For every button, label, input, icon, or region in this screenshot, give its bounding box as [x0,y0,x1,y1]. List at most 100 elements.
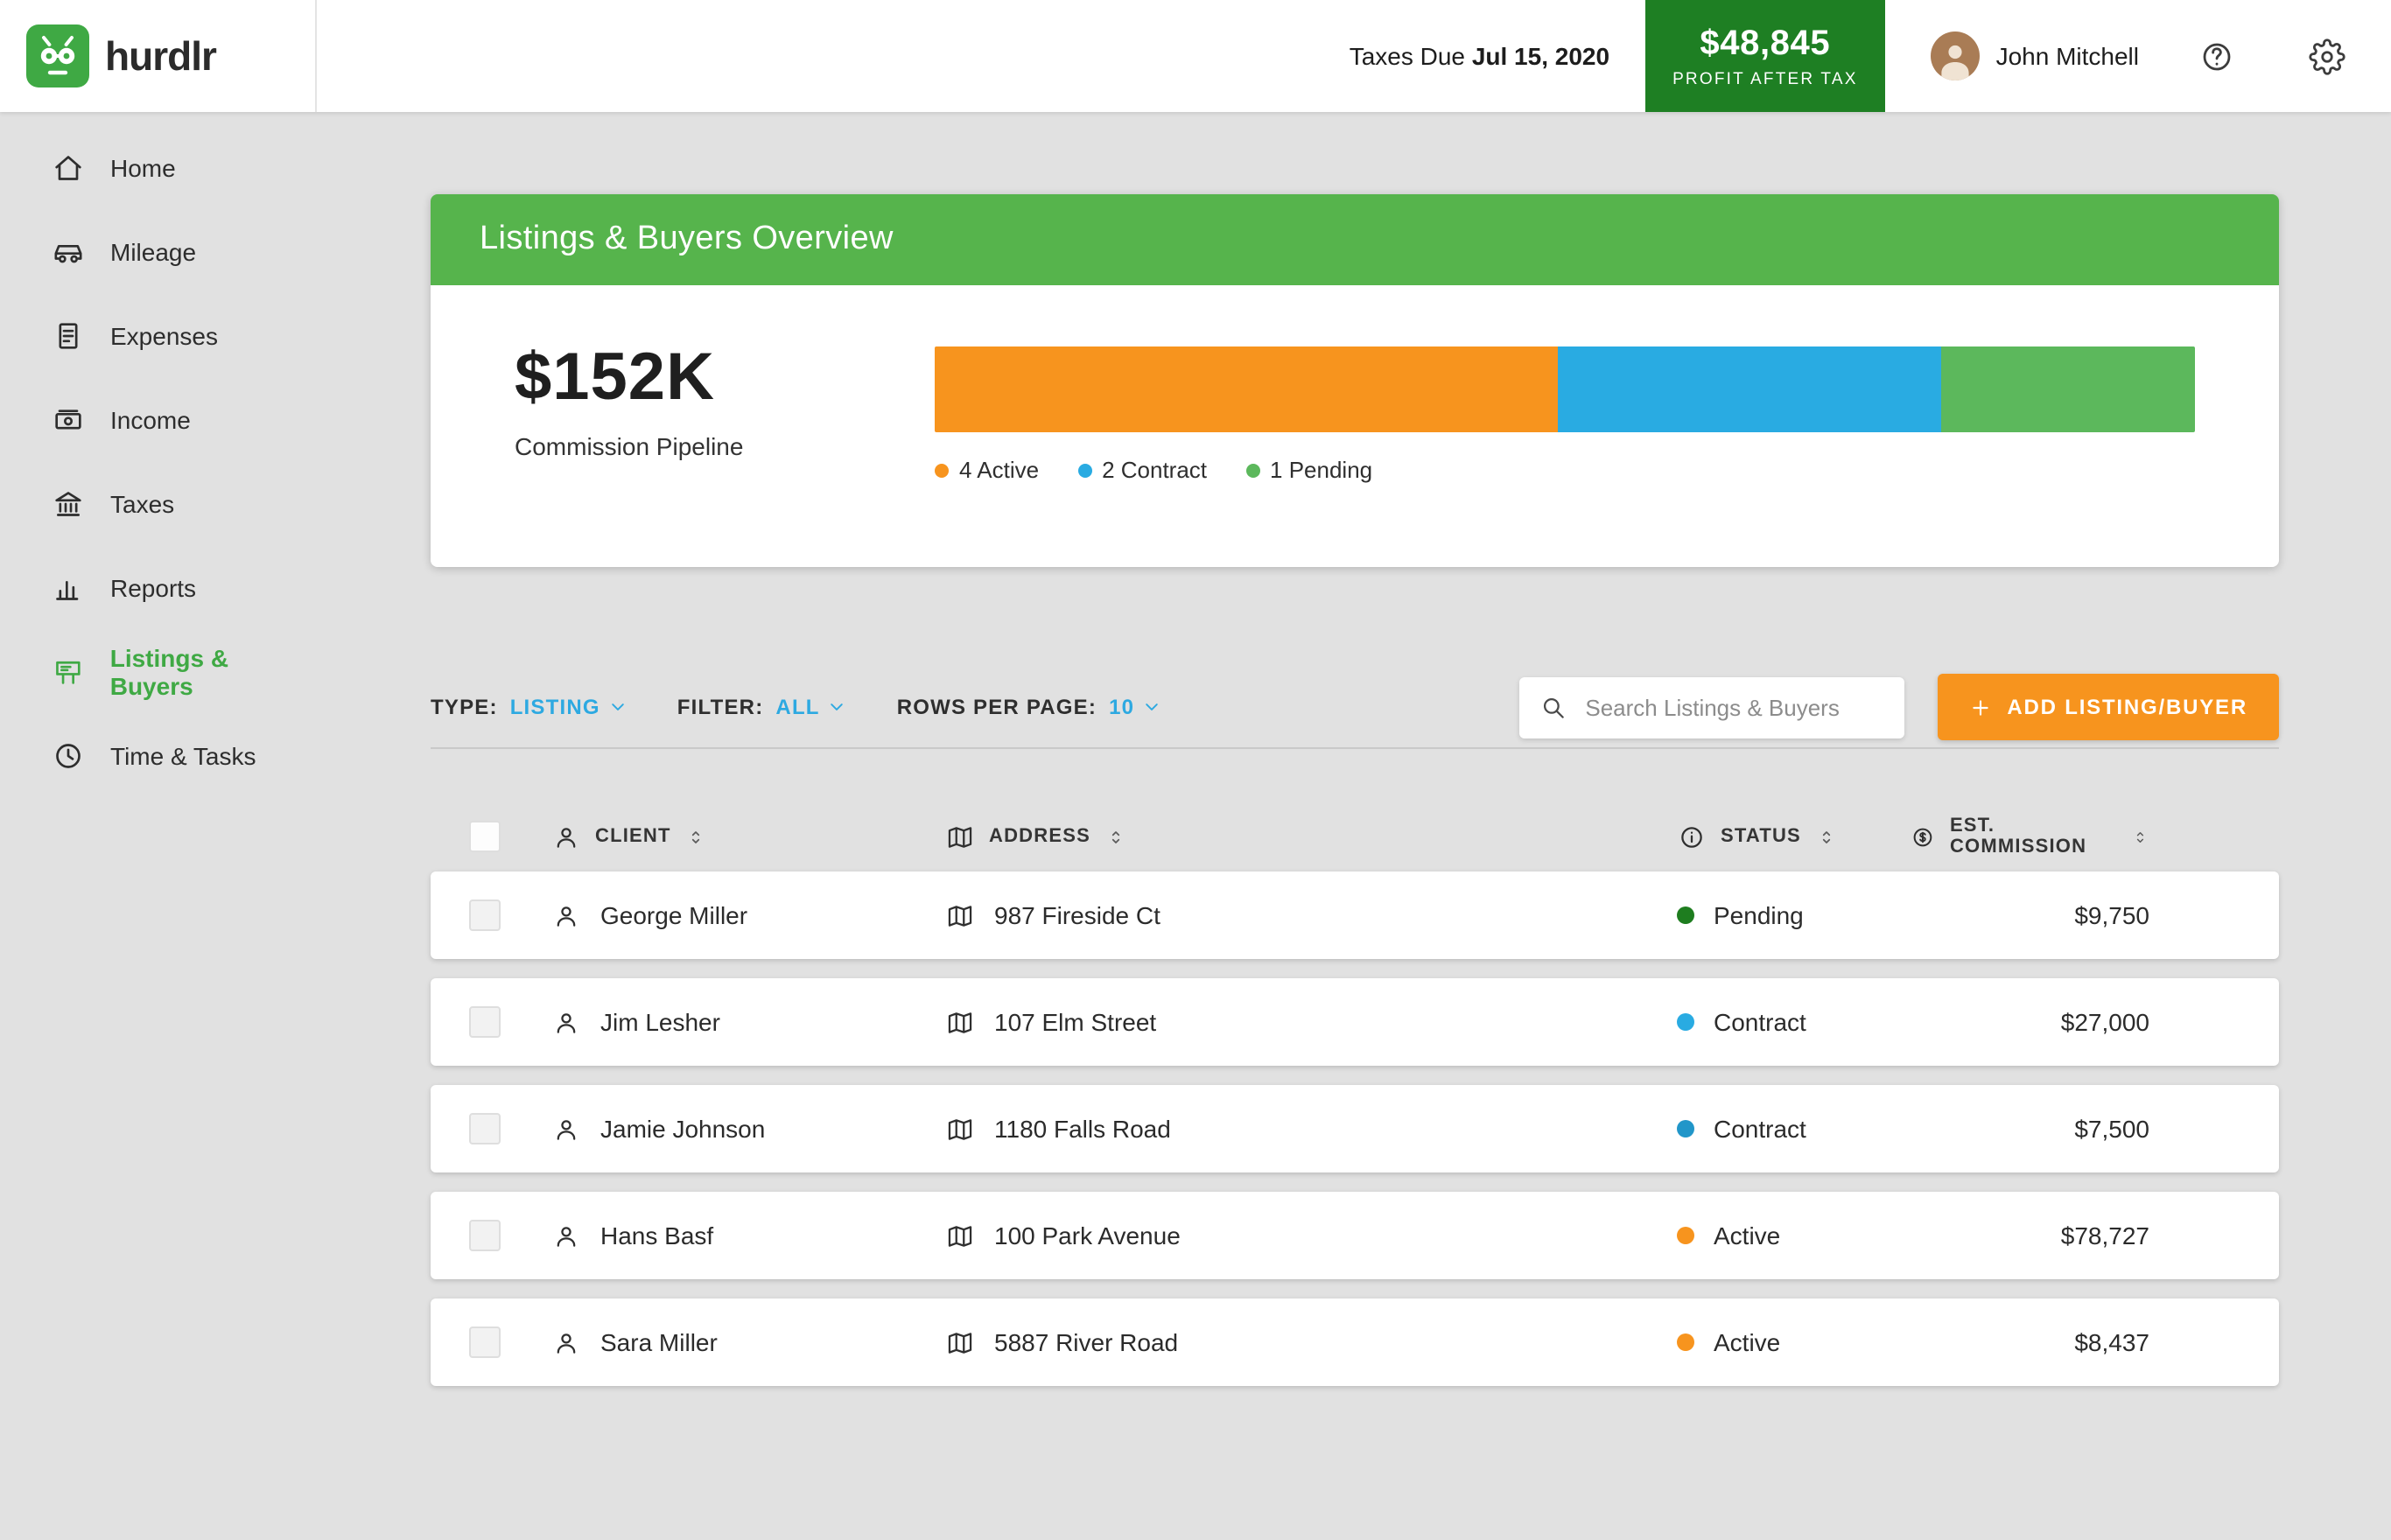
person-icon [551,900,581,930]
status-text: Pending [1714,901,1804,929]
car-icon [51,234,86,270]
search-box [1518,676,1904,738]
row-checkbox[interactable] [469,1220,501,1251]
filter-value-dropdown[interactable]: ALL [775,695,849,719]
bar-segment-pending[interactable] [1940,346,2195,432]
commission-value: $8,437 [1910,1328,2149,1356]
sort-icon [1815,825,1838,848]
overview-card: Listings & Buyers Overview $152K Commiss… [431,194,2279,567]
sidebar-item-taxes[interactable]: Taxes [0,462,317,546]
client-name: George Miller [600,901,747,929]
sidebar-item-label: Mileage [110,238,196,266]
sidebar-item-reports[interactable]: Reports [0,546,317,630]
chevron-down-icon [825,695,850,719]
sidebar-item-label: Expenses [110,322,218,350]
row-checkbox[interactable] [469,1113,501,1144]
sidebar-item-mileage[interactable]: Mileage [0,210,317,294]
rows-per-page-dropdown: ROWS PER PAGE: 10 [897,695,1165,719]
map-icon [945,1327,975,1357]
avatar [1932,32,1981,80]
info-icon [1677,822,1707,851]
table-row[interactable]: Jim Lesher 107 Elm Street Contract $27,0… [431,978,2279,1066]
rows-per-page-value-dropdown[interactable]: 10 [1109,695,1164,719]
user-name: John Mitchell [1996,42,2139,70]
address-text: 987 Fireside Ct [994,901,1160,929]
sidebar-item-label: Time & Tasks [110,742,256,770]
column-header-status[interactable]: STATUS [1677,822,1910,851]
add-listing-buyer-label: ADD LISTING/BUYER [2007,695,2247,719]
profit-after-tax-box[interactable]: $48,845 PROFIT AFTER TAX [1644,0,1886,112]
legend-dot-active [935,463,949,477]
type-dropdown: TYPE: LISTING [431,695,630,719]
column-label: STATUS [1721,826,1801,847]
chevron-down-icon [606,695,630,719]
legend-item-active: 4 Active [935,457,1039,483]
commission-pipeline-bar [935,346,2195,432]
profit-label: PROFIT AFTER TAX [1672,69,1858,88]
controls-divider [431,747,2279,749]
profit-amount: $48,845 [1700,24,1830,64]
client-name: Jim Lesher [600,1008,720,1036]
bar-segment-contract[interactable] [1557,346,1940,432]
settings-gear-icon[interactable] [2309,38,2345,74]
commission-value: $7,500 [1910,1115,2149,1143]
legend-item-pending: 1 Pending [1245,457,1372,483]
row-checkbox[interactable] [469,1326,501,1358]
map-icon [945,822,975,851]
commission-value: $27,000 [1910,1008,2149,1036]
brand-name: hurdlr [105,32,216,80]
client-name: Sara Miller [600,1328,718,1356]
add-listing-buyer-button[interactable]: ADD LISTING/BUYER [1937,674,2279,740]
column-header-address[interactable]: ADDRESS [945,822,1677,851]
sidebar-item-label: Listings & Buyers [110,644,317,700]
person-icon [551,1007,581,1037]
sidebar-item-label: Taxes [110,490,174,518]
map-icon [945,1007,975,1037]
bar-segment-active[interactable] [935,346,1557,432]
filter-value: ALL [775,695,819,719]
help-icon[interactable] [2198,38,2235,74]
table-row[interactable]: Hans Basf 100 Park Avenue Active $78,727 [431,1192,2279,1279]
main-content: Listings & Buyers Overview $152K Commiss… [317,112,2391,1540]
brand-logo[interactable]: hurdlr [0,0,317,112]
row-checkbox[interactable] [469,1006,501,1038]
rows-per-page-value: 10 [1109,695,1134,719]
sidebar-item-time-tasks[interactable]: Time & Tasks [0,714,317,798]
search-input[interactable] [1581,692,1884,722]
sidebar-item-home[interactable]: Home [0,126,317,210]
column-header-commission[interactable]: EST. COMMISSION [1910,816,2149,858]
column-label: CLIENT [595,826,671,847]
table-row[interactable]: Sara Miller 5887 River Road Active $8,43… [431,1298,2279,1386]
sort-icon [2129,825,2149,848]
taxes-due-label: Taxes Due [1350,42,1465,70]
type-value-dropdown[interactable]: LISTING [510,695,630,719]
app-window: hurdlr Taxes Due Jul 15, 2020 $48,845 PR… [0,0,2391,1540]
hurdlr-logo-icon [26,24,89,88]
column-header-client[interactable]: CLIENT [551,822,945,851]
legend-dot-contract [1077,463,1091,477]
status-dot [1677,1013,1694,1031]
select-all-checkbox[interactable] [469,821,501,852]
pipeline-chart: 4 Active 2 Contract 1 Pending [935,346,2195,483]
sidebar-item-income[interactable]: Income [0,378,317,462]
row-checkbox[interactable] [469,900,501,931]
list-controls: TYPE: LISTING FILTER: ALL ROWS PER PAGE:… [431,674,2279,740]
person-icon [551,1327,581,1357]
pipeline-total: $152K Commission Pipeline [515,341,743,460]
filter-label: FILTER: [677,695,764,719]
sidebar-item-label: Income [110,406,191,434]
table-row[interactable]: George Miller 987 Fireside Ct Pending $9… [431,872,2279,959]
column-label: EST. COMMISSION [1950,816,2115,858]
overview-card-header: Listings & Buyers Overview [431,194,2279,285]
user-profile[interactable]: John Mitchell [1932,32,2139,80]
sidebar-item-expenses[interactable]: Expenses [0,294,317,378]
pipeline-amount: $152K [515,341,743,416]
sidebar-item-listings-buyers[interactable]: Listings & Buyers [0,630,317,714]
map-icon [945,1114,975,1144]
legend-label: 1 Pending [1270,457,1372,483]
table-row[interactable]: Jamie Johnson 1180 Falls Road Contract $… [431,1085,2279,1172]
pipeline-legend: 4 Active 2 Contract 1 Pending [935,457,2195,483]
column-label: ADDRESS [989,826,1090,847]
client-name: Hans Basf [600,1222,713,1250]
clock-icon [51,738,86,774]
